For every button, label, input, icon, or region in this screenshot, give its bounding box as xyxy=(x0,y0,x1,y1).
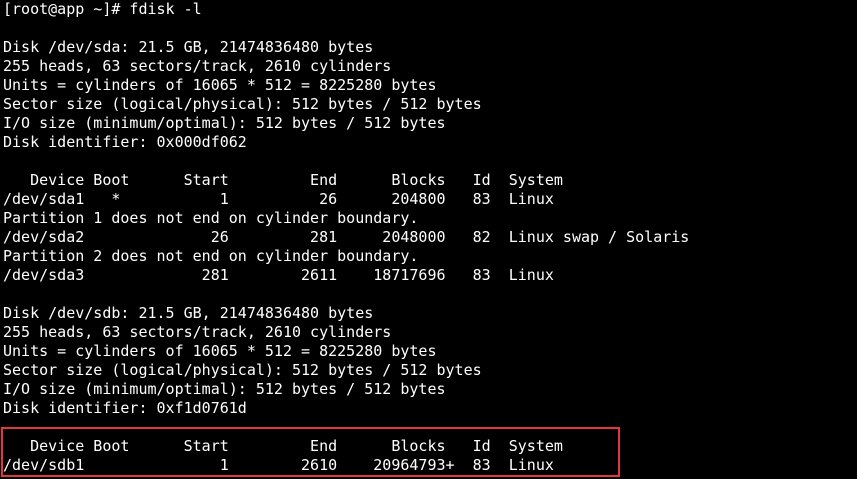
sda-sector-size: Sector size (logical/physical): 512 byte… xyxy=(3,95,482,113)
sda-disk-identifier: Disk identifier: 0x000df062 xyxy=(3,133,247,151)
sda3-partition-row: /dev/sda3 281 2611 18717696 83 Linux xyxy=(3,266,554,284)
sda2-partition-row: /dev/sda2 26 281 2048000 82 Linux swap /… xyxy=(3,228,690,246)
command-prompt-line: [root@app ~]# fdisk -l xyxy=(3,0,202,18)
sda1-partition-row: /dev/sda1 * 1 26 204800 83 Linux xyxy=(3,190,554,208)
sdb-units: Units = cylinders of 16065 * 512 = 82252… xyxy=(3,342,437,360)
terminal-window[interactable]: [root@app ~]# fdisk -l Disk /dev/sda: 21… xyxy=(0,0,857,479)
sda-disk-summary: Disk /dev/sda: 21.5 GB, 21474836480 byte… xyxy=(3,38,374,56)
sdb-geometry: 255 heads, 63 sectors/track, 2610 cylind… xyxy=(3,323,392,341)
sdb1-partition-row: /dev/sdb1 1 2610 20964793+ 83 Linux xyxy=(3,456,554,474)
sdb-disk-summary: Disk /dev/sdb: 21.5 GB, 21474836480 byte… xyxy=(3,304,374,322)
sdb-disk-identifier: Disk identifier: 0xf1d0761d xyxy=(3,399,247,417)
sdb-partition-table-header: Device Boot Start End Blocks Id System xyxy=(3,437,563,455)
sda-geometry: 255 heads, 63 sectors/track, 2610 cylind… xyxy=(3,57,392,75)
sdb-sector-size: Sector size (logical/physical): 512 byte… xyxy=(3,361,482,379)
sda2-boundary-warning: Partition 2 does not end on cylinder bou… xyxy=(3,247,419,265)
sda-partition-table-header: Device Boot Start End Blocks Id System xyxy=(3,171,563,189)
sda-io-size: I/O size (minimum/optimal): 512 bytes / … xyxy=(3,114,446,132)
sdb-io-size: I/O size (minimum/optimal): 512 bytes / … xyxy=(3,380,446,398)
sda-units: Units = cylinders of 16065 * 512 = 82252… xyxy=(3,76,437,94)
sda1-boundary-warning: Partition 1 does not end on cylinder bou… xyxy=(3,209,419,227)
